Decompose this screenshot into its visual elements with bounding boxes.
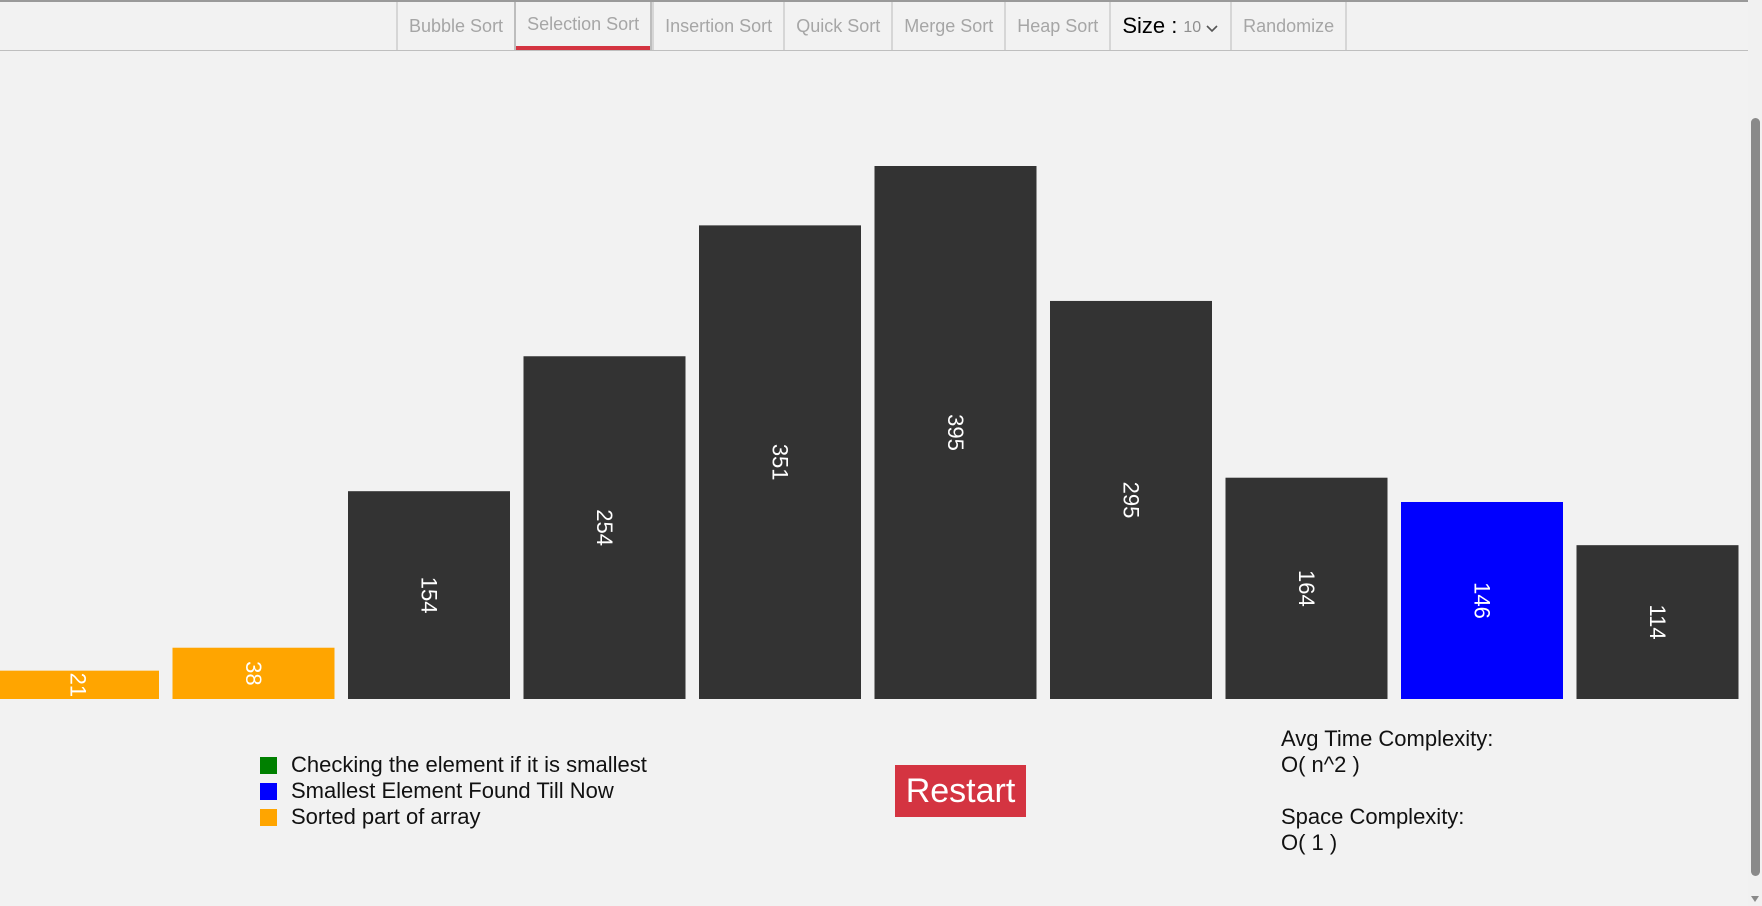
legend-item-sorted: Sorted part of array	[260, 804, 647, 830]
bar-label-3: 254	[592, 509, 617, 546]
scrollbar-thumb[interactable]	[1751, 118, 1760, 876]
bar-label-7: 164	[1294, 570, 1319, 607]
legend-item-checking: Checking the element if it is smallest	[260, 752, 647, 778]
scrollbar[interactable]	[1748, 0, 1762, 906]
legend-item-smallest: Smallest Element Found Till Now	[260, 778, 647, 804]
bar-label-6: 295	[1119, 482, 1144, 519]
bar-label-9: 114	[1645, 605, 1670, 640]
legend-swatch-smallest	[260, 782, 277, 800]
time-complexity-value: O( n^2 )	[1281, 752, 1360, 777]
legend-swatch-sorted	[260, 808, 277, 826]
legend: Checking the element if it is smallest S…	[260, 752, 647, 830]
bar-label-2: 154	[417, 577, 442, 614]
legend-label-checking: Checking the element if it is smallest	[291, 752, 647, 777]
bar-label-5: 395	[943, 414, 968, 451]
bar-label-4: 351	[768, 444, 793, 481]
bar-label-0: 21	[66, 673, 91, 697]
scroll-down-icon[interactable]	[1751, 896, 1759, 902]
space-complexity-value: O( 1 )	[1281, 830, 1338, 855]
time-complexity-label: Avg Time Complexity:	[1281, 726, 1494, 751]
bar-label-1: 38	[241, 661, 266, 685]
legend-label-sorted: Sorted part of array	[291, 804, 481, 829]
space-complexity-label: Space Complexity:	[1281, 804, 1465, 829]
restart-button[interactable]: Restart	[895, 765, 1026, 817]
bar-chart: 21 38 154 254 351 395 295 164 146 114	[0, 166, 1739, 700]
legend-label-smallest: Smallest Element Found Till Now	[291, 778, 614, 803]
legend-swatch-checking	[260, 756, 277, 774]
complexity-info: Avg Time Complexity: O( n^2 ) Space Comp…	[1281, 726, 1493, 856]
bar-label-8: 146	[1470, 582, 1495, 619]
